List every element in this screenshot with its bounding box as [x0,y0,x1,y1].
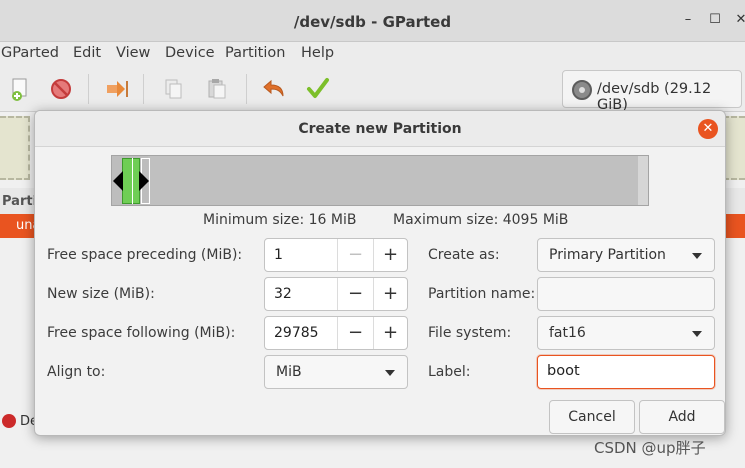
new-size-decrement-button[interactable]: − [337,278,373,310]
menu-partition[interactable]: Partition [225,45,285,61]
create-as-value: Primary Partition [549,247,666,263]
menu-help[interactable]: Help [301,45,334,61]
partition-list-header-right [725,188,745,214]
close-icon[interactable]: ✕ [698,119,718,139]
menu-edit[interactable]: Edit [73,45,101,61]
toolbar: /dev/sdb (29.12 GiB) [0,66,745,113]
file-system-label: File system: [428,325,512,341]
menubar: GParted Edit View Device Partition Help [0,42,745,66]
create-partition-dialog: Create new Partition ✕ Minimum size: 16 … [34,110,726,436]
align-to-label: Align to: [47,364,106,380]
partition-list-header: Parti [0,188,37,214]
new-size-increment-button[interactable]: + [373,278,407,310]
undo-icon[interactable] [259,74,291,104]
label-value[interactable]: boot [547,363,580,379]
free-space-preceding-increment-button[interactable]: + [373,239,407,271]
free-space-following-end [638,156,648,205]
error-icon [2,414,16,428]
new-size-value[interactable]: 32 [274,286,292,302]
window-titlebar: /dev/sdb - GParted – ☐ ✕ [0,0,745,42]
menu-device[interactable]: Device [165,45,215,61]
file-system-combo[interactable]: fat16 [537,316,715,350]
free-space-preceding-value[interactable]: 1 [274,247,283,263]
status-bar: De [0,410,38,436]
resize-move-icon[interactable] [101,74,133,104]
dialog-header: Create new Partition ✕ [35,111,725,147]
partition-list-row[interactable]: una [0,214,34,238]
window-title: /dev/sdb - GParted [293,13,452,31]
free-space-following-increment-button[interactable]: + [373,317,407,349]
device-selector-label: /dev/sdb (29.12 GiB) [597,81,712,113]
new-partition-block[interactable] [122,158,140,204]
partition-name-field[interactable] [537,277,715,311]
chevron-down-icon [692,253,702,259]
free-space-following-label: Free space following (MiB): [47,325,236,341]
partition-list-row-right[interactable] [725,214,745,238]
align-to-value: MiB [276,364,302,380]
close-window-icon[interactable]: ✕ [733,12,745,28]
partition-name-label: Partition name: [428,286,536,302]
free-space-following-spinner[interactable]: 29785 − + [264,316,408,350]
paste-icon[interactable] [200,74,232,104]
label-label: Label: [428,364,471,380]
disk-icon [572,80,592,100]
partition-size-map[interactable] [111,155,649,206]
menu-gparted[interactable]: GParted [1,45,59,61]
device-selector[interactable]: /dev/sdb (29.12 GiB) [562,70,742,113]
align-to-combo[interactable]: MiB [264,355,408,389]
new-size-label: New size (MiB): [47,286,155,302]
add-button[interactable]: Add [639,400,725,434]
partition-used-marker [132,158,133,204]
resize-handle-right-icon[interactable] [139,171,149,191]
free-space-preceding-spinner[interactable]: 1 − + [264,238,408,272]
label-field[interactable]: boot [537,355,715,389]
maximize-icon[interactable]: ☐ [707,12,723,28]
menu-view[interactable]: View [116,45,150,61]
toolbar-separator [88,74,89,104]
new-size-spinner[interactable]: 32 − + [264,277,408,311]
file-system-value: fat16 [549,325,586,341]
free-space-following-decrement-button[interactable]: − [337,317,373,349]
chevron-down-icon [385,370,395,376]
create-as-label: Create as: [428,247,500,263]
free-space-preceding-decrement-button[interactable]: − [337,239,373,271]
apply-icon[interactable] [302,74,334,104]
cancel-button[interactable]: Cancel [549,400,635,434]
new-partition-icon[interactable] [4,74,36,104]
resize-handle-left-icon[interactable] [113,171,123,191]
toolbar-separator [246,74,247,104]
create-as-combo[interactable]: Primary Partition [537,238,715,272]
copy-icon[interactable] [157,74,189,104]
chevron-down-icon [692,331,702,337]
toolbar-separator [143,74,144,104]
free-space-preceding-label: Free space preceding (MiB): [47,247,243,263]
unallocated-region-left [0,116,30,180]
watermark: CSDN @up胖子 [594,439,706,457]
maximum-size-label: Maximum size: 4095 MiB [393,212,569,228]
minimize-icon[interactable]: – [680,12,696,28]
free-space-following-value[interactable]: 29785 [274,325,319,341]
dialog-title: Create new Partition [298,121,462,137]
minimum-size-label: Minimum size: 16 MiB [203,212,357,228]
delete-icon[interactable] [45,74,77,104]
